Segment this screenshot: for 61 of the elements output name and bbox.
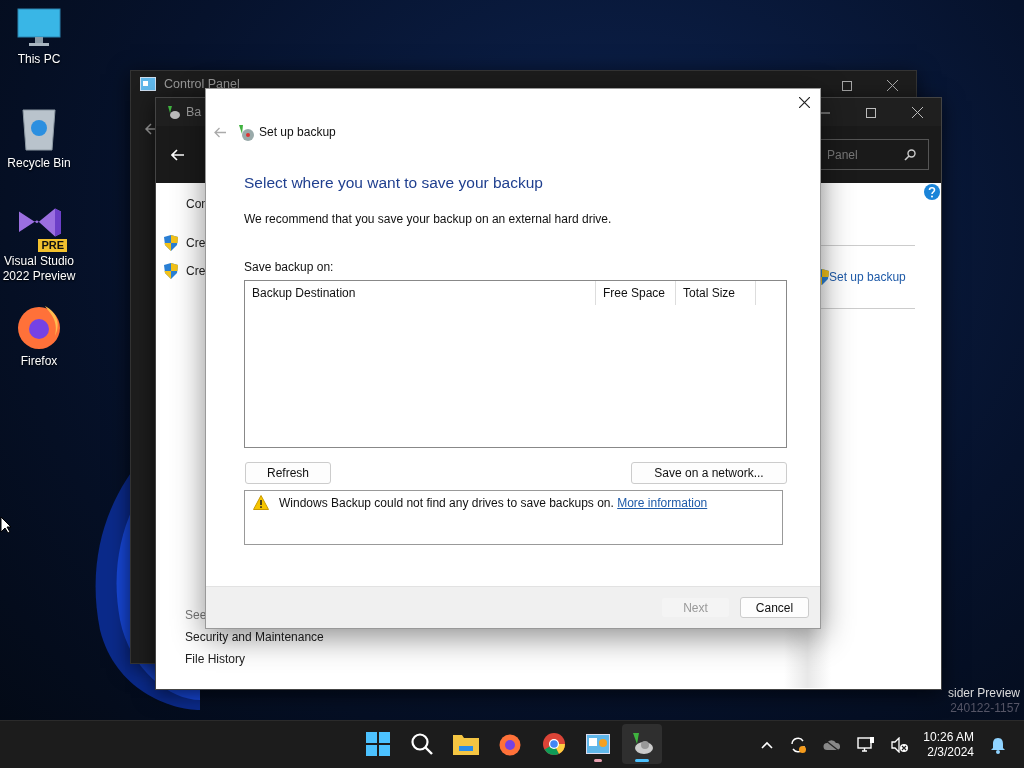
destination-list[interactable]: Backup Destination Free Space Total Size	[244, 280, 787, 448]
clock-time[interactable]: 10:26 AM	[923, 730, 974, 745]
desktop-icon-label[interactable]: Recycle Bin	[7, 156, 71, 171]
shield-icon	[164, 235, 178, 251]
cancel-button[interactable]: Cancel	[740, 597, 809, 618]
cloud-icon[interactable]	[823, 739, 842, 751]
clock-date[interactable]: 2/3/2024	[927, 745, 974, 760]
task-link[interactable]: Cre	[186, 264, 206, 278]
chevron-up-icon[interactable]	[761, 741, 774, 749]
monitor-icon[interactable]	[17, 8, 61, 48]
desktop-icon-label[interactable]: This PC	[17, 52, 61, 67]
column-header[interactable]: Backup Destination	[245, 281, 596, 305]
close-icon[interactable]	[887, 80, 898, 91]
sync-icon[interactable]	[789, 736, 808, 754]
window-title: Control Panel	[164, 77, 240, 91]
notification-bell-icon[interactable]	[990, 736, 1006, 754]
set-up-backup-link[interactable]: Set up backup	[829, 270, 906, 284]
preview-badge: PRE	[38, 239, 67, 252]
search-icon	[410, 732, 434, 756]
warning-message: Windows Backup could not find any drives to save backups on. More information	[279, 495, 708, 510]
folder-icon	[453, 733, 479, 755]
column-header[interactable]: Total Size	[676, 281, 756, 305]
see-also-link[interactable]: Security and Maintenance	[185, 630, 324, 644]
chrome-icon	[542, 732, 566, 756]
recycle-bin-icon[interactable]	[21, 106, 57, 152]
backup-icon	[237, 123, 255, 141]
see-also-link[interactable]: File History	[185, 652, 324, 666]
maximize-icon[interactable]	[866, 107, 876, 118]
windows-logo-icon	[366, 732, 390, 756]
refresh-button[interactable]: Refresh	[245, 462, 331, 484]
watermark-text: 240122-1157	[950, 701, 1020, 716]
close-icon[interactable]	[799, 97, 810, 108]
search-icon	[904, 148, 916, 161]
backup-icon	[165, 104, 181, 120]
backup-icon	[630, 732, 654, 756]
dialog-heading: Select where you want to save your backup	[244, 174, 544, 192]
close-icon[interactable]	[912, 107, 923, 118]
more-information-link[interactable]: More information	[617, 496, 708, 510]
task-link[interactable]: Cre	[186, 236, 206, 250]
maximize-icon[interactable]	[842, 80, 852, 91]
dialog-title: Set up backup	[259, 125, 336, 139]
shield-icon	[164, 263, 178, 279]
firefox-icon	[498, 732, 522, 756]
mouse-cursor-icon	[0, 516, 12, 534]
backup-taskbar-button[interactable]	[622, 724, 662, 764]
control-panel-icon	[586, 734, 610, 754]
window-title: Ba	[186, 105, 202, 119]
network-icon[interactable]	[857, 737, 876, 753]
list-label: Save backup on:	[244, 260, 335, 274]
control-panel-icon	[140, 77, 156, 91]
minimize-icon[interactable]	[820, 111, 830, 114]
save-on-network-button[interactable]: Save on a network...	[631, 462, 787, 484]
desktop-icon-label[interactable]: Firefox	[20, 354, 58, 369]
column-header[interactable]: Free Space	[596, 281, 676, 305]
warning-icon	[253, 495, 269, 510]
description-text: We recommend that you save your backup on an external hard drive.	[244, 212, 613, 226]
see-also-heading: See	[185, 608, 208, 622]
desktop-icon-label[interactable]: Visual Studio 2022 Preview	[0, 254, 78, 284]
help-icon[interactable]	[924, 184, 940, 200]
muted-volume-icon[interactable]	[891, 737, 910, 753]
watermark-text: sider Preview	[947, 686, 1020, 701]
